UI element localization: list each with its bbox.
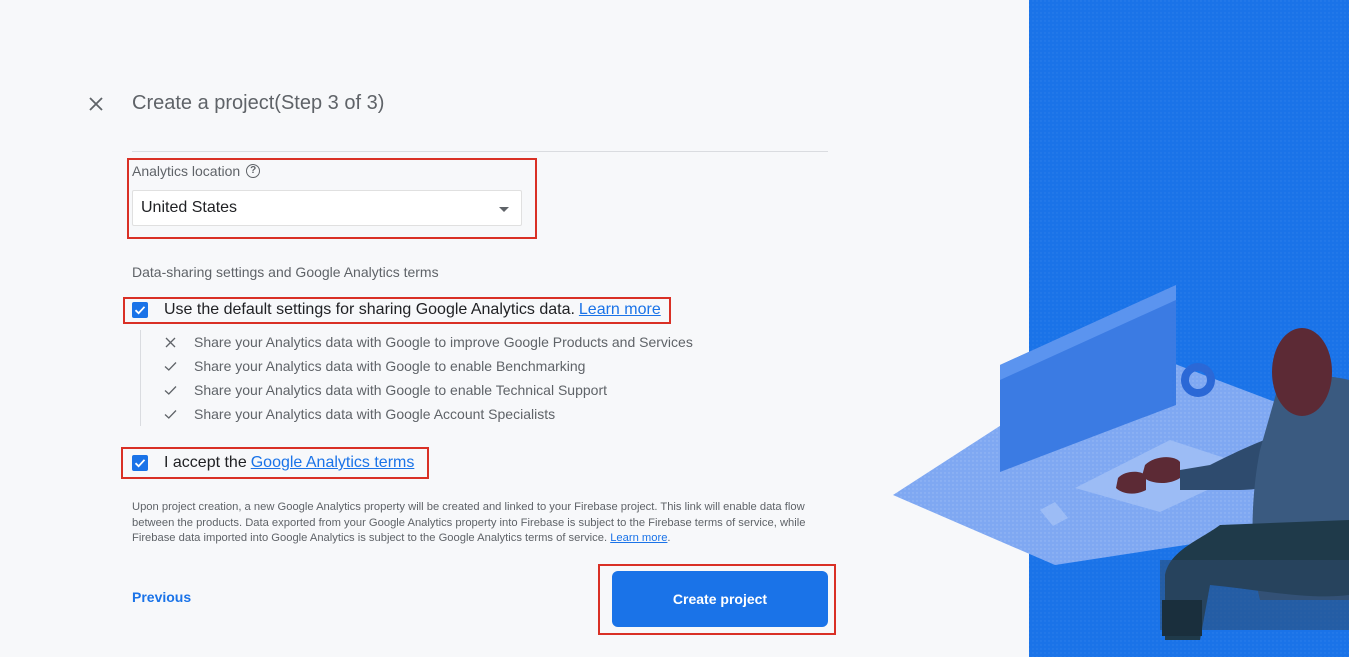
help-icon[interactable]: ? [246,164,261,178]
list-item-label: Share your Analytics data with Google Ac… [194,406,556,422]
disclaimer-body: Upon project creation, a new Google Anal… [132,501,806,544]
disclaimer-suffix: . [667,532,671,544]
list-item: Share your Analytics data with Google to… [163,382,607,398]
analytics-terms-link[interactable]: Google Analytics terms [251,454,415,472]
list-item-label: Share your Analytics data with Google to… [194,382,607,398]
analytics-location-label: Analytics location ? [132,163,261,179]
header-divider [132,151,828,152]
list-item-label: Share your Analytics data with Google to… [194,334,693,350]
disclaimer-learn-more-link[interactable]: Learn more [610,532,667,544]
analytics-location-label-text: Analytics location [132,163,241,179]
sharing-options-list: Share your Analytics data with Google to… [140,330,740,426]
check-icon [164,361,176,371]
previous-button[interactable]: Previous [132,589,191,605]
list-item-label: Share your Analytics data with Google to… [194,358,586,374]
list-item: Share your Analytics data with Google to… [163,358,585,374]
checkmark-icon [134,459,146,468]
learn-more-link[interactable]: Learn more [579,301,661,319]
close-icon [89,97,103,111]
close-icon [165,337,175,347]
dropdown-arrow-icon [499,207,509,212]
illustration-developer-image [893,0,1349,657]
default-settings-label: Use the default settings for sharing Goo… [164,301,575,318]
list-item: Share your Analytics data with Google Ac… [163,406,555,422]
analytics-location-select[interactable]: United States [132,190,522,226]
check-icon [164,385,176,395]
page-title: Create a project(Step 3 of 3) [132,92,385,114]
check-icon [164,409,176,419]
person-head [1272,328,1332,416]
analytics-location-value: United States [141,199,238,216]
default-settings-checkbox[interactable] [132,302,148,318]
close-button[interactable] [84,92,108,116]
list-item: Share your Analytics data with Google to… [163,334,693,350]
checkmark-icon [134,306,146,315]
accept-terms-checkbox[interactable] [132,455,148,471]
disclaimer-text: Upon project creation, a new Google Anal… [132,500,832,547]
accept-terms-row: I accept the Google Analytics terms [132,454,414,472]
data-sharing-heading: Data-sharing settings and Google Analyti… [132,264,439,280]
create-project-button[interactable]: Create project [612,571,828,627]
accept-terms-label: I accept the [164,454,247,471]
default-settings-row: Use the default settings for sharing Goo… [132,301,661,319]
